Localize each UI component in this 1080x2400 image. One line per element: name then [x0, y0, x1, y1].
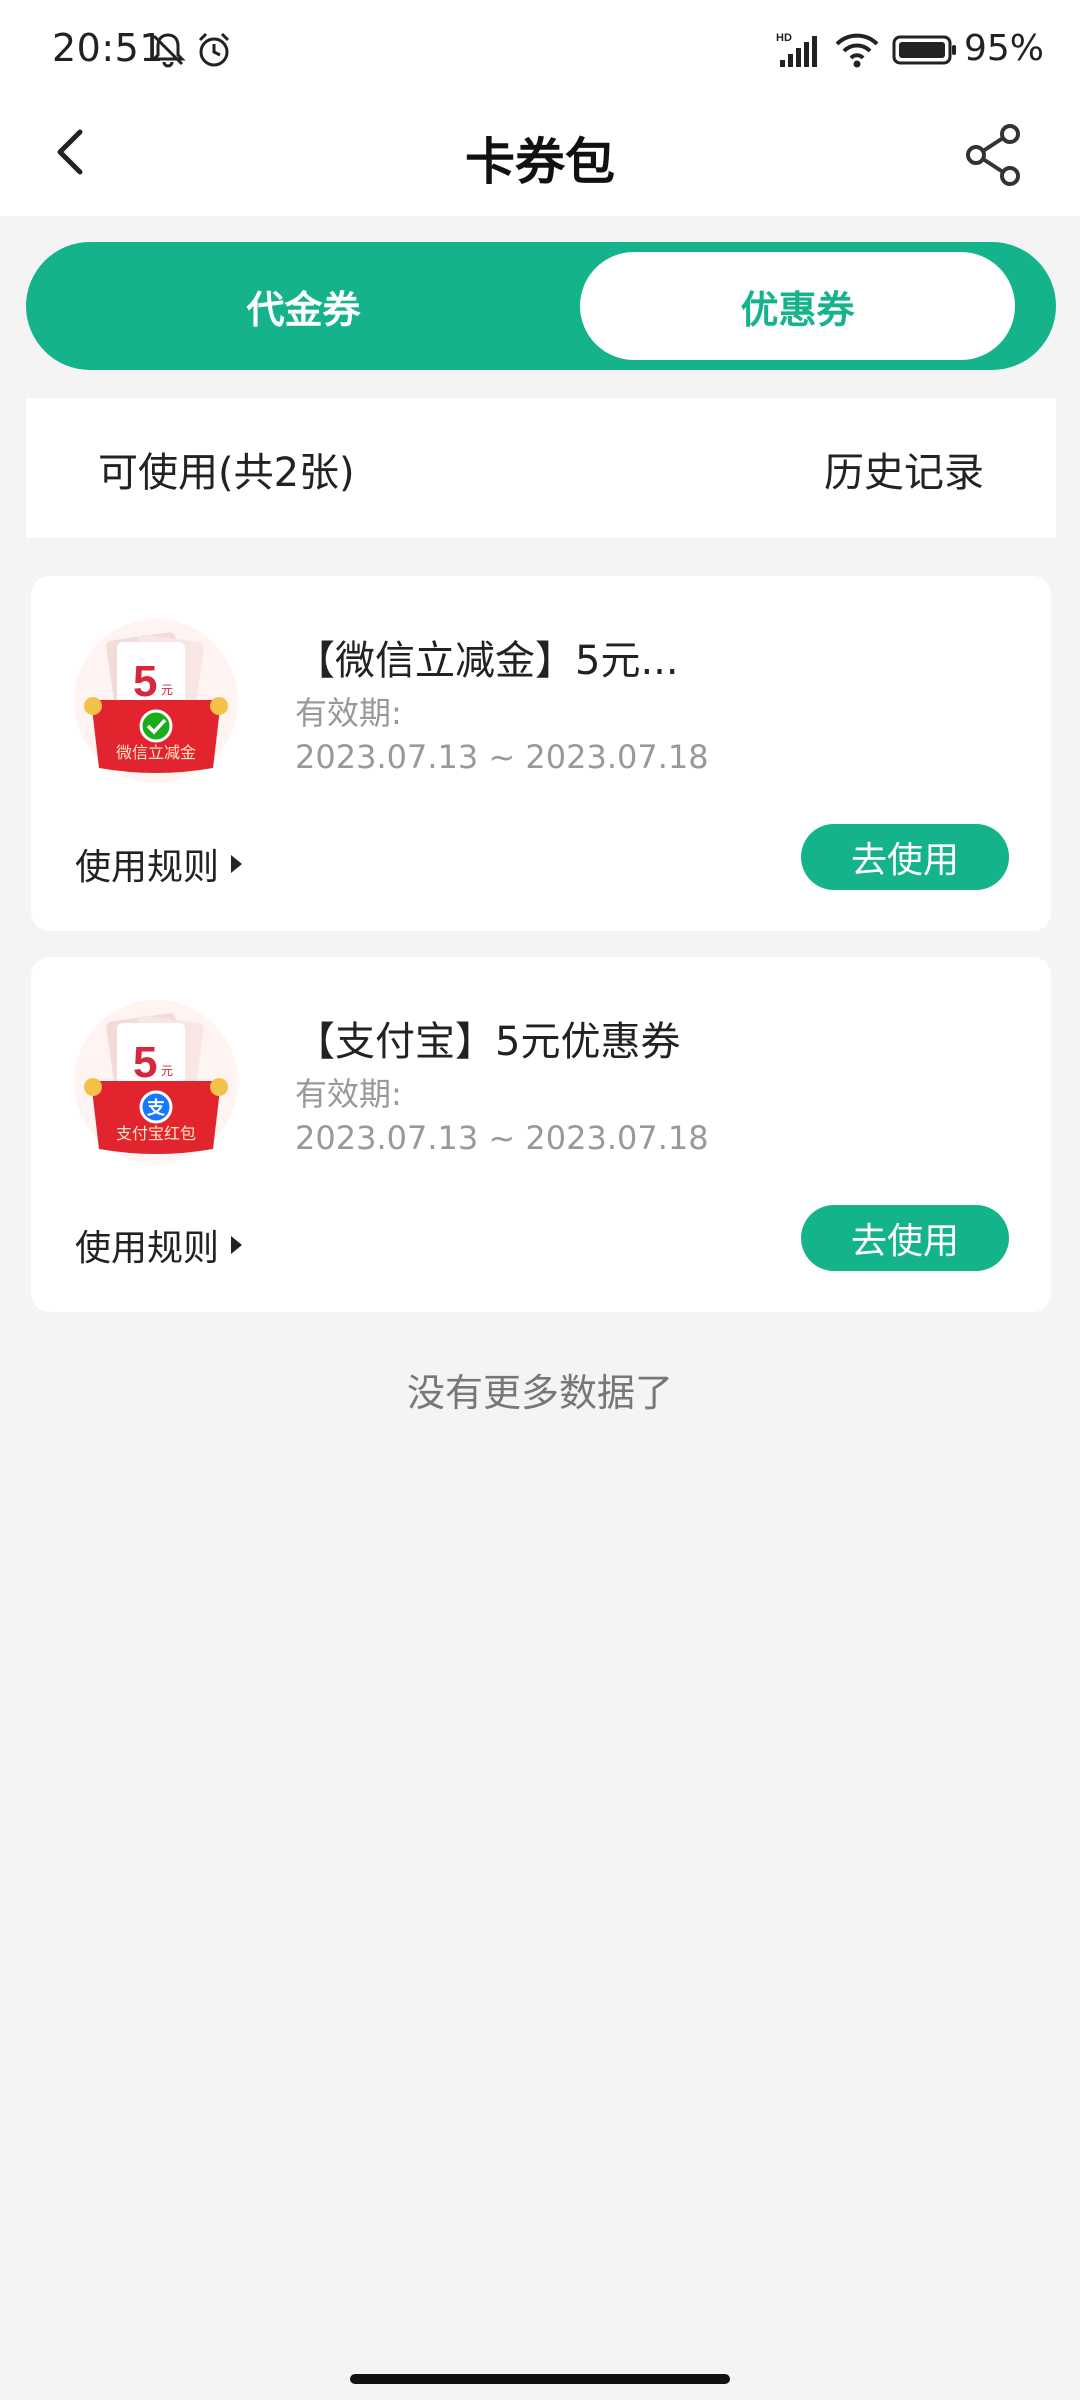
- coupon-title: 【微信立减金】5元...: [295, 638, 679, 684]
- home-indicator[interactable]: [350, 2374, 730, 2384]
- badge-unit: 元: [161, 1064, 173, 1078]
- share-icon: [966, 124, 1020, 186]
- caret-right-icon: [231, 1236, 243, 1254]
- coupon-card: 5 元 支 支付宝红包 【支付宝】5元优惠券 有效期: 2023.07.13 ~…: [31, 957, 1051, 1312]
- battery-icon: [892, 30, 958, 74]
- badge-value: 5: [133, 657, 157, 706]
- validity-range: 2023.07.13 ~ 2023.07.18: [295, 738, 709, 776]
- coupon-card: 5 元 微信立减金 【微信立减金】5元... 有效期: 2023.07.13 ~…: [31, 576, 1051, 931]
- badge-caption: 微信立减金: [116, 743, 196, 762]
- hd-signal-icon: HD: [776, 30, 824, 74]
- validity-label: 有效期:: [295, 1075, 402, 1113]
- status-bar: 20:51 HD 95%: [0, 0, 1080, 100]
- usage-rules-link[interactable]: 使用规则: [75, 1219, 243, 1271]
- tab-vouchers[interactable]: 代金券: [86, 252, 521, 360]
- usage-rules-link[interactable]: 使用规则: [75, 838, 243, 890]
- validity-range: 2023.07.13 ~ 2023.07.18: [295, 1119, 709, 1157]
- badge-unit: 元: [161, 683, 173, 697]
- mute-bell-icon: [148, 30, 188, 74]
- share-button[interactable]: [960, 120, 1030, 190]
- page-title: 卡券包: [465, 133, 615, 191]
- usage-rules-label: 使用规则: [75, 1228, 220, 1269]
- svg-text:HD: HD: [776, 32, 792, 44]
- header-bar: 卡券包: [0, 100, 1080, 216]
- coupon-type-tabs: 代金券 优惠券: [26, 242, 1056, 370]
- wifi-icon: [834, 30, 880, 74]
- available-count[interactable]: 可使用(共2张): [98, 440, 355, 498]
- wechat-coupon-badge-icon: 5 元 微信立减金: [73, 618, 239, 784]
- use-coupon-button[interactable]: 去使用: [801, 1205, 1009, 1271]
- badge-value: 5: [133, 1038, 157, 1087]
- svg-text:支: 支: [146, 1097, 166, 1119]
- alarm-icon: [194, 30, 234, 74]
- history-link[interactable]: 历史记录: [824, 440, 984, 498]
- filter-bar: 可使用(共2张) 历史记录: [26, 398, 1056, 538]
- coupon-title: 【支付宝】5元优惠券: [295, 1019, 681, 1065]
- battery-percentage: 95%: [964, 28, 1045, 69]
- badge-caption: 支付宝红包: [116, 1124, 196, 1143]
- validity-label: 有效期:: [295, 694, 402, 732]
- alipay-coupon-badge-icon: 5 元 支 支付宝红包: [73, 999, 239, 1165]
- usage-rules-label: 使用规则: [75, 847, 220, 888]
- tab-discount-coupons[interactable]: 优惠券: [580, 252, 1015, 360]
- use-coupon-button[interactable]: 去使用: [801, 824, 1009, 890]
- caret-right-icon: [231, 855, 243, 873]
- no-more-data-text: 没有更多数据了: [406, 1371, 673, 1415]
